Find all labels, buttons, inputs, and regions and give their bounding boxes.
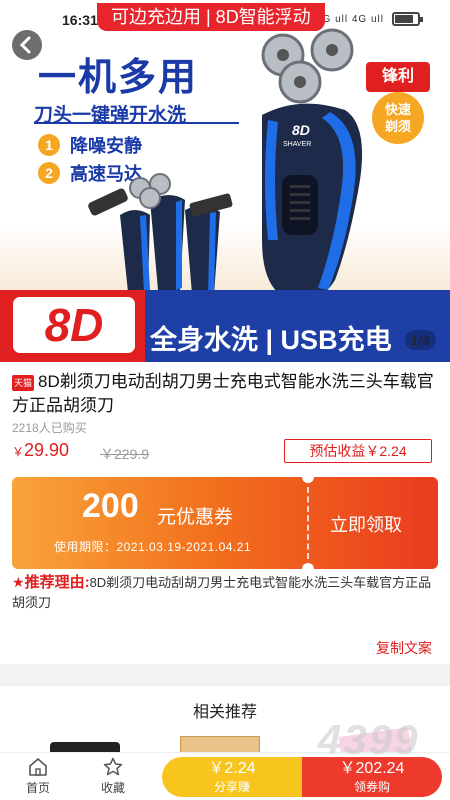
price-value: 29.90: [24, 440, 70, 460]
status-time: 16:31: [62, 12, 98, 28]
current-price: ￥29.90: [12, 440, 69, 461]
product-image-carousel[interactable]: 一机多用 刀头一键弹开水洗 1 降噪安静 2 高速马达 8D SHAVER 锋利…: [0, 0, 450, 362]
home-icon: [29, 758, 47, 776]
product-detail-page: 一机多用 刀头一键弹开水洗 1 降噪安静 2 高速马达 8D SHAVER 锋利…: [0, 0, 450, 800]
coupon-validity: 使用期限：2021.03.19-2021.04.21: [54, 540, 252, 554]
recommend-reason: ★推荐理由:8D剃须刀电动刮胡刀男士充电式智能水洗三头车载官方正品胡须刀: [12, 572, 438, 613]
recommend-label: 推荐理由:: [24, 574, 90, 591]
copy-text-button[interactable]: 复制文案: [376, 638, 432, 658]
coupon-unit: 元优惠券: [157, 507, 234, 528]
coupon-notch: [302, 471, 314, 483]
product-info-panel: 天猫 8D剃须刀电动刮胡刀男士充电式智能水洗三头车载官方正品胡须刀 2218人已购…: [0, 362, 450, 664]
battery-icon: [392, 12, 423, 26]
share-amount: ￥2.24: [208, 760, 256, 777]
nav-favorite[interactable]: 收藏: [85, 757, 141, 796]
coupon-card[interactable]: 200 元优惠券 使用期限：2021.03.19-2021.04.21 立即领取: [12, 471, 438, 575]
product-title: 天猫 8D剃须刀电动刮胡刀男士充电式智能水洗三头车载官方正品胡须刀: [12, 370, 438, 418]
shaver-model-text: SHAVER: [283, 141, 311, 148]
sharp-badge: 锋利: [366, 62, 430, 92]
shaver-brand-text: 8D: [292, 122, 310, 138]
hero-banner-text: 全身水洗 | USB充电: [150, 325, 392, 355]
original-price: ￥229.9: [100, 446, 150, 462]
star-icon: ★: [12, 574, 25, 590]
price-currency: ￥: [12, 445, 25, 459]
coupon-divider: [307, 487, 309, 559]
badge-line-1: 快速: [384, 102, 411, 117]
share-label: 分享赚: [213, 780, 250, 794]
shaver-illustration: 8D SHAVER: [88, 28, 363, 300]
signal-icon: 4G ull 4G ull: [315, 14, 384, 25]
fast-shave-badge: 快速 剃须: [372, 92, 424, 144]
badge-line-2: 剃须: [384, 119, 411, 134]
nav-home[interactable]: 首页: [10, 757, 66, 796]
nav-home-label: 首页: [25, 781, 50, 795]
battery-level: [395, 15, 413, 23]
sold-count: 2218人已购买: [12, 421, 87, 435]
buy-label: 领券购: [353, 780, 390, 794]
image-counter: 1/4: [404, 330, 436, 350]
star-outline-icon: [103, 757, 123, 776]
estimated-earnings-badge: 预估收益￥2.24: [284, 439, 432, 463]
nav-favorite-label: 收藏: [100, 781, 125, 795]
hero-8d-logo: 8D: [10, 294, 138, 356]
floating-promo-banner: 可边充边用 | 8D智能浮动: [97, 3, 325, 31]
coupon-amount: 200: [82, 487, 139, 525]
watermark-logo: 4399: [318, 716, 420, 763]
claim-coupon-button[interactable]: 立即领取: [330, 511, 402, 537]
tmall-tag: 天猫: [12, 375, 34, 391]
share-earn-button[interactable]: ￥2.24 分享赚: [162, 757, 302, 797]
product-title-text: 8D剃须刀电动刮胡刀男士充电式智能水洗三头车载官方正品胡须刀: [12, 372, 434, 415]
